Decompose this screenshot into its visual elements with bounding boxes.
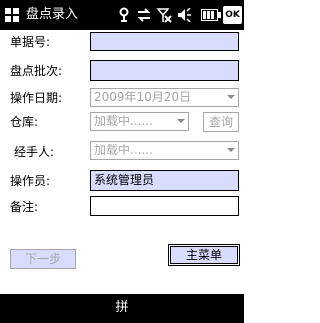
data-connection-icon: [137, 8, 151, 22]
battery-icon: [201, 9, 221, 21]
chevron-down-icon: [177, 119, 185, 123]
main-menu-button[interactable]: 主菜单: [168, 244, 240, 266]
chevron-down-icon: [227, 148, 235, 152]
ime-pinyin-button[interactable]: 拼: [115, 300, 128, 316]
handler-select[interactable]: 加载中......: [90, 141, 239, 160]
next-step-button[interactable]: 下一步: [10, 249, 76, 269]
window-title: 盘点录入: [26, 7, 79, 22]
batch-label: 盘点批次:: [10, 64, 63, 78]
date-picker[interactable]: 2009年10月20日: [90, 88, 239, 107]
warehouse-label: 仓库:: [10, 115, 39, 129]
title-bar: 盘点录入 OK: [0, 0, 244, 30]
input-panel-bar: 拼: [0, 294, 244, 323]
sync-icon: [119, 7, 129, 22]
date-value: 2009年10月20日: [94, 90, 192, 104]
remark-label: 备注:: [10, 200, 39, 214]
handler-label: 经手人:: [14, 145, 55, 159]
remark-input[interactable]: [90, 196, 239, 216]
bill-no-label: 单据号:: [10, 35, 51, 49]
batch-input[interactable]: [90, 60, 239, 81]
operator-input[interactable]: 系统管理员: [90, 170, 239, 191]
warehouse-select[interactable]: 加载中......: [90, 112, 189, 131]
bill-no-input[interactable]: [90, 32, 239, 51]
query-button[interactable]: 查询: [203, 112, 239, 132]
warehouse-value: 加载中......: [94, 114, 153, 128]
handler-value: 加载中......: [94, 143, 153, 157]
start-flag-icon[interactable]: [4, 7, 20, 23]
no-signal-icon: [156, 8, 172, 23]
volume-icon[interactable]: [177, 8, 191, 22]
chevron-down-icon: [227, 95, 235, 99]
ok-button[interactable]: OK: [223, 6, 242, 24]
date-label: 操作日期:: [10, 91, 63, 105]
operator-label: 操作员:: [10, 174, 51, 188]
